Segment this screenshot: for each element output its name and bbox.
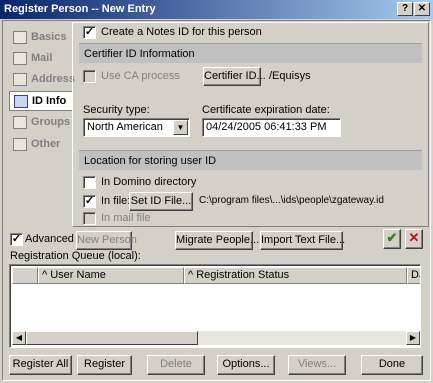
chevron-down-icon[interactable]: ▼ xyxy=(173,120,188,135)
sidebar-item-id-info[interactable]: ID Info xyxy=(9,91,73,111)
in-mail-file-label: In mail file xyxy=(101,212,151,224)
column-label: Registration Status xyxy=(196,269,290,281)
sort-icon: ^ xyxy=(188,269,194,281)
register-button[interactable]: Register xyxy=(77,355,132,375)
button-label: Set ID File... xyxy=(130,195,192,207)
sidebar-item-groups[interactable]: Groups xyxy=(9,113,73,133)
in-domino-directory-label: In Domino directory xyxy=(101,176,197,188)
sidebar-item-label: Other xyxy=(31,138,61,150)
close-icon: ✕ xyxy=(417,3,427,14)
button-label: Views... xyxy=(297,358,337,370)
scroll-thumb[interactable] xyxy=(26,331,198,345)
button-label: Done xyxy=(378,358,406,370)
checkmark-icon: ✓ xyxy=(84,195,95,207)
help-button[interactable]: ? xyxy=(397,2,413,16)
button-label: Register All xyxy=(12,358,69,370)
checkmark-icon: ✔ xyxy=(386,230,398,245)
sidebar-item-label: ID Info xyxy=(32,95,67,107)
checkmark-icon: ✓ xyxy=(11,233,22,245)
create-notes-id-checkbox[interactable]: ✓ xyxy=(83,26,96,39)
groups-icon xyxy=(13,116,27,129)
sidebar: Basics Mail Address ID Info Groups Other xyxy=(5,23,76,228)
certifier-name: /Equisys xyxy=(269,70,311,82)
options-button[interactable]: Options... xyxy=(217,355,275,375)
set-id-file-button[interactable]: Set ID File... xyxy=(129,192,193,211)
registration-queue-table[interactable]: ^ User Name ^ Registration Status Date ◀… xyxy=(9,264,421,348)
expiration-date-value: 04/24/2005 06:41:33 PM xyxy=(206,121,327,133)
advanced-label: Advanced xyxy=(25,233,74,245)
scroll-right-icon[interactable]: ▶ xyxy=(406,331,420,345)
new-person-button[interactable]: New Person xyxy=(76,231,137,250)
use-ca-process-label: Use CA process xyxy=(101,70,180,82)
checkmark-icon: ✓ xyxy=(84,26,95,38)
other-icon xyxy=(13,138,27,151)
column-header-user-name[interactable]: ^ User Name xyxy=(38,267,184,284)
button-label: Import Text File... xyxy=(261,234,346,246)
sidebar-item-other[interactable]: Other xyxy=(9,135,73,155)
expiration-date-label: Certificate expiration date: xyxy=(202,104,330,116)
remove-button[interactable]: ✕ xyxy=(405,229,423,249)
confirm-button[interactable]: ✔ xyxy=(383,229,401,249)
registration-queue-label: Registration Queue (local): xyxy=(10,250,141,262)
button-label: New Person xyxy=(77,234,137,246)
horizontal-scrollbar[interactable]: ◀ ▶ xyxy=(12,331,420,345)
button-label: Migrate People... xyxy=(176,234,260,246)
sidebar-item-label: Address xyxy=(31,73,76,85)
location-section-header: Location for storing user ID xyxy=(79,150,422,170)
done-button[interactable]: Done xyxy=(361,355,423,375)
address-icon xyxy=(13,73,27,86)
sidebar-item-mail[interactable]: Mail xyxy=(9,49,73,69)
window-title: Register Person -- New Entry xyxy=(4,3,156,15)
section-title: Location for storing user ID xyxy=(84,155,217,167)
sidebar-item-label: Mail xyxy=(31,52,53,64)
button-label: Certifier ID... xyxy=(204,70,266,82)
id-info-panel: ✓ Create a Notes ID for this person Cert… xyxy=(72,22,429,227)
scroll-left-icon[interactable]: ◀ xyxy=(12,331,26,345)
sidebar-item-label: Groups xyxy=(31,116,71,128)
column-header-select[interactable] xyxy=(12,267,38,284)
delete-button[interactable]: Delete xyxy=(147,355,205,375)
certifier-section-header: Certifier ID Information xyxy=(79,43,422,63)
advanced-checkbox[interactable]: ✓ xyxy=(10,233,23,246)
basics-icon xyxy=(13,31,27,44)
certifier-id-button[interactable]: Certifier ID... xyxy=(203,67,266,86)
in-mail-file-checkbox[interactable] xyxy=(83,212,96,225)
close-button[interactable]: ✕ xyxy=(414,2,430,16)
security-type-label: Security type: xyxy=(83,104,150,116)
column-label: Date xyxy=(411,269,420,281)
sidebar-item-label: Basics xyxy=(31,31,67,43)
security-type-value: North American xyxy=(87,121,163,133)
column-label: User Name xyxy=(50,269,106,281)
sidebar-item-address[interactable]: Address xyxy=(9,70,76,90)
migrate-people-button[interactable]: Migrate People... xyxy=(175,231,259,250)
register-all-button[interactable]: Register All xyxy=(9,355,72,375)
column-header-registration-status[interactable]: ^ Registration Status xyxy=(184,267,407,284)
use-ca-process-checkbox[interactable] xyxy=(83,70,96,83)
in-file-checkbox[interactable]: ✓ xyxy=(83,195,96,208)
button-label: Register xyxy=(84,358,125,370)
section-title: Certifier ID Information xyxy=(84,48,195,60)
import-text-file-button[interactable]: Import Text File... xyxy=(260,231,346,250)
title-bar: Register Person -- New Entry xyxy=(0,0,433,19)
expiration-date-field[interactable]: 04/24/2005 06:41:33 PM xyxy=(202,118,341,137)
in-domino-directory-checkbox[interactable] xyxy=(83,176,96,189)
column-header-date[interactable]: Date xyxy=(407,267,420,284)
help-icon: ? xyxy=(401,3,409,14)
security-type-select[interactable]: North American ▼ xyxy=(83,118,190,137)
id-file-path: C:\program files\...\ids\people\zgateway… xyxy=(199,195,384,206)
button-label: Delete xyxy=(160,358,192,370)
close-icon: ✕ xyxy=(408,230,420,245)
button-label: Options... xyxy=(222,358,270,370)
sidebar-item-basics[interactable]: Basics xyxy=(9,28,73,48)
views-button[interactable]: Views... xyxy=(288,355,346,375)
create-notes-id-label: Create a Notes ID for this person xyxy=(101,26,262,38)
in-file-label: In file: xyxy=(101,195,131,207)
sort-icon: ^ xyxy=(42,269,48,281)
mail-icon xyxy=(13,52,27,65)
id-info-icon xyxy=(14,95,28,108)
